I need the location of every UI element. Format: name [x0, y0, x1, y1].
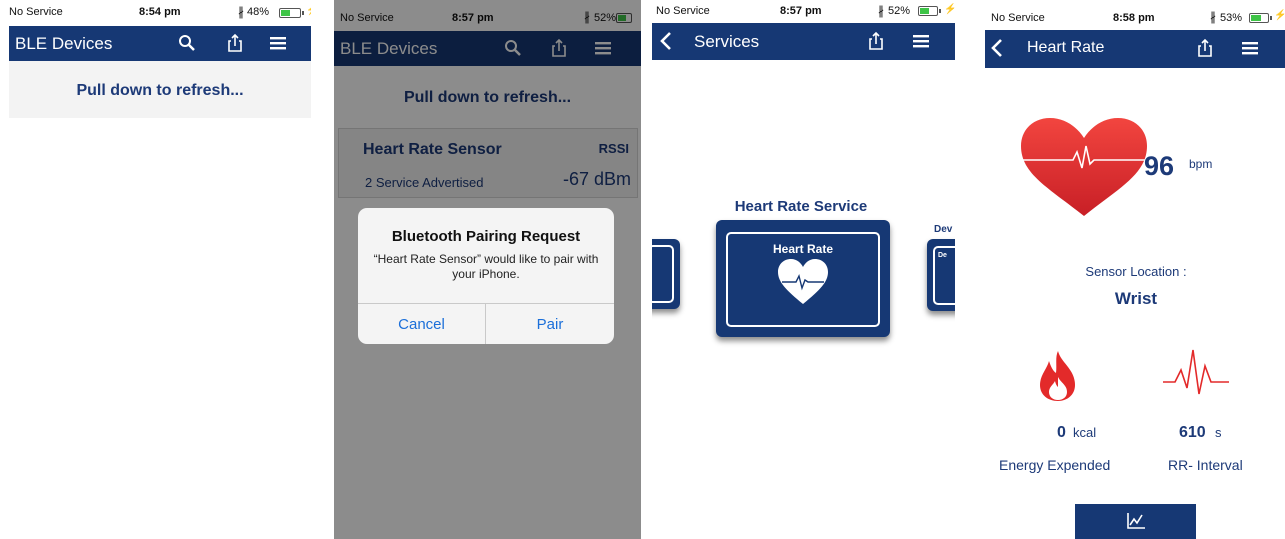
energy-label: Energy Expended — [999, 457, 1111, 473]
status-bar: No Service 8:58 pm ∦ 53% ⚡ — [985, 0, 1285, 26]
menu-icon[interactable] — [1239, 37, 1261, 59]
heart-icon — [778, 259, 828, 304]
bluetooth-icon: ∦ — [878, 4, 884, 18]
share-icon[interactable] — [1194, 37, 1216, 59]
status-time: 8:57 pm — [780, 5, 822, 17]
carrier-text: No Service — [991, 12, 1045, 24]
charging-icon: ⚡ — [1274, 10, 1285, 21]
right-service-title: Dev — [934, 224, 953, 235]
battery-percent: 48% — [247, 6, 270, 18]
bpm-value: 96 — [1144, 151, 1175, 181]
page-title: BLE Devices — [15, 34, 113, 53]
service-card-right[interactable]: De — [927, 239, 955, 311]
rr-label: RR- Interval — [1168, 457, 1243, 473]
rr-unit: s — [1215, 425, 1222, 440]
back-icon[interactable] — [987, 37, 1009, 59]
battery-icon — [1249, 13, 1272, 23]
pairing-dialog: Bluetooth Pairing Request “Heart Rate Se… — [358, 208, 614, 344]
page-title: Heart Rate — [1027, 39, 1105, 56]
battery-icon — [279, 8, 304, 18]
energy-unit: kcal — [1073, 425, 1097, 440]
back-icon[interactable] — [656, 30, 678, 52]
sensor-location-label: Sensor Location : — [1085, 264, 1187, 279]
ecg-icon — [1163, 349, 1229, 395]
navbar: BLE Devices — [9, 26, 311, 61]
flame-icon — [1040, 351, 1075, 401]
screen-heart-rate: No Service 8:58 pm ∦ 53% ⚡ Heart Rate 96… — [985, 0, 1285, 539]
navbar: Services — [652, 23, 955, 60]
sensor-location-value: Wrist — [1114, 289, 1158, 308]
chart-icon — [1127, 513, 1145, 529]
page-title: Services — [694, 32, 760, 51]
cancel-button[interactable]: Cancel — [358, 303, 486, 344]
screen-ble-devices-empty: No Service 8:54 pm ∦ 48% ⚡ BLE Devices P… — [9, 0, 311, 118]
battery-percent: 52% — [888, 5, 911, 17]
charging-icon: ⚡ — [306, 5, 311, 16]
menu-icon[interactable] — [910, 30, 932, 52]
status-time: 8:58 pm — [1113, 12, 1155, 24]
rr-value: 610 — [1179, 424, 1206, 441]
charging-icon: ⚡ — [944, 4, 955, 15]
heart-icon — [1021, 118, 1147, 216]
energy-value: 0 — [1057, 424, 1066, 441]
service-title: Heart Rate Service — [734, 198, 868, 215]
graph-button[interactable] — [1075, 504, 1196, 539]
share-icon[interactable] — [865, 30, 887, 52]
service-card-left[interactable] — [652, 239, 680, 309]
bluetooth-icon: ∦ — [238, 5, 244, 19]
battery-percent: 53% — [1220, 12, 1243, 24]
battery-icon — [918, 6, 941, 16]
service-card-label: Heart Rate — [772, 242, 834, 256]
pull-to-refresh-hint: Pull down to refresh... — [76, 82, 244, 99]
status-time: 8:54 pm — [139, 6, 181, 18]
bluetooth-icon: ∦ — [1210, 10, 1216, 24]
screen-ble-devices-pairing: No Service 8:57 pm ∦ 52% BLE Devices Pul… — [334, 0, 641, 539]
navbar: Heart Rate — [985, 30, 1285, 68]
pair-button[interactable]: Pair — [486, 303, 614, 344]
bpm-unit: bpm — [1189, 157, 1213, 171]
dialog-message: “Heart Rate Sensor” would like to pair w… — [373, 252, 599, 281]
dialog-title: Bluetooth Pairing Request — [391, 228, 581, 245]
service-card-heart-rate[interactable]: Heart Rate — [716, 220, 890, 337]
menu-icon[interactable] — [267, 32, 289, 54]
right-service-label: De — [938, 252, 947, 259]
carrier-text: No Service — [656, 5, 710, 17]
status-bar: No Service 8:54 pm ∦ 48% ⚡ — [9, 0, 311, 26]
search-icon[interactable] — [176, 32, 198, 54]
share-icon[interactable] — [224, 32, 246, 54]
screen-services: No Service 8:57 pm ∦ 52% ⚡ Services Hear… — [652, 0, 955, 539]
carrier-text: No Service — [9, 6, 63, 18]
